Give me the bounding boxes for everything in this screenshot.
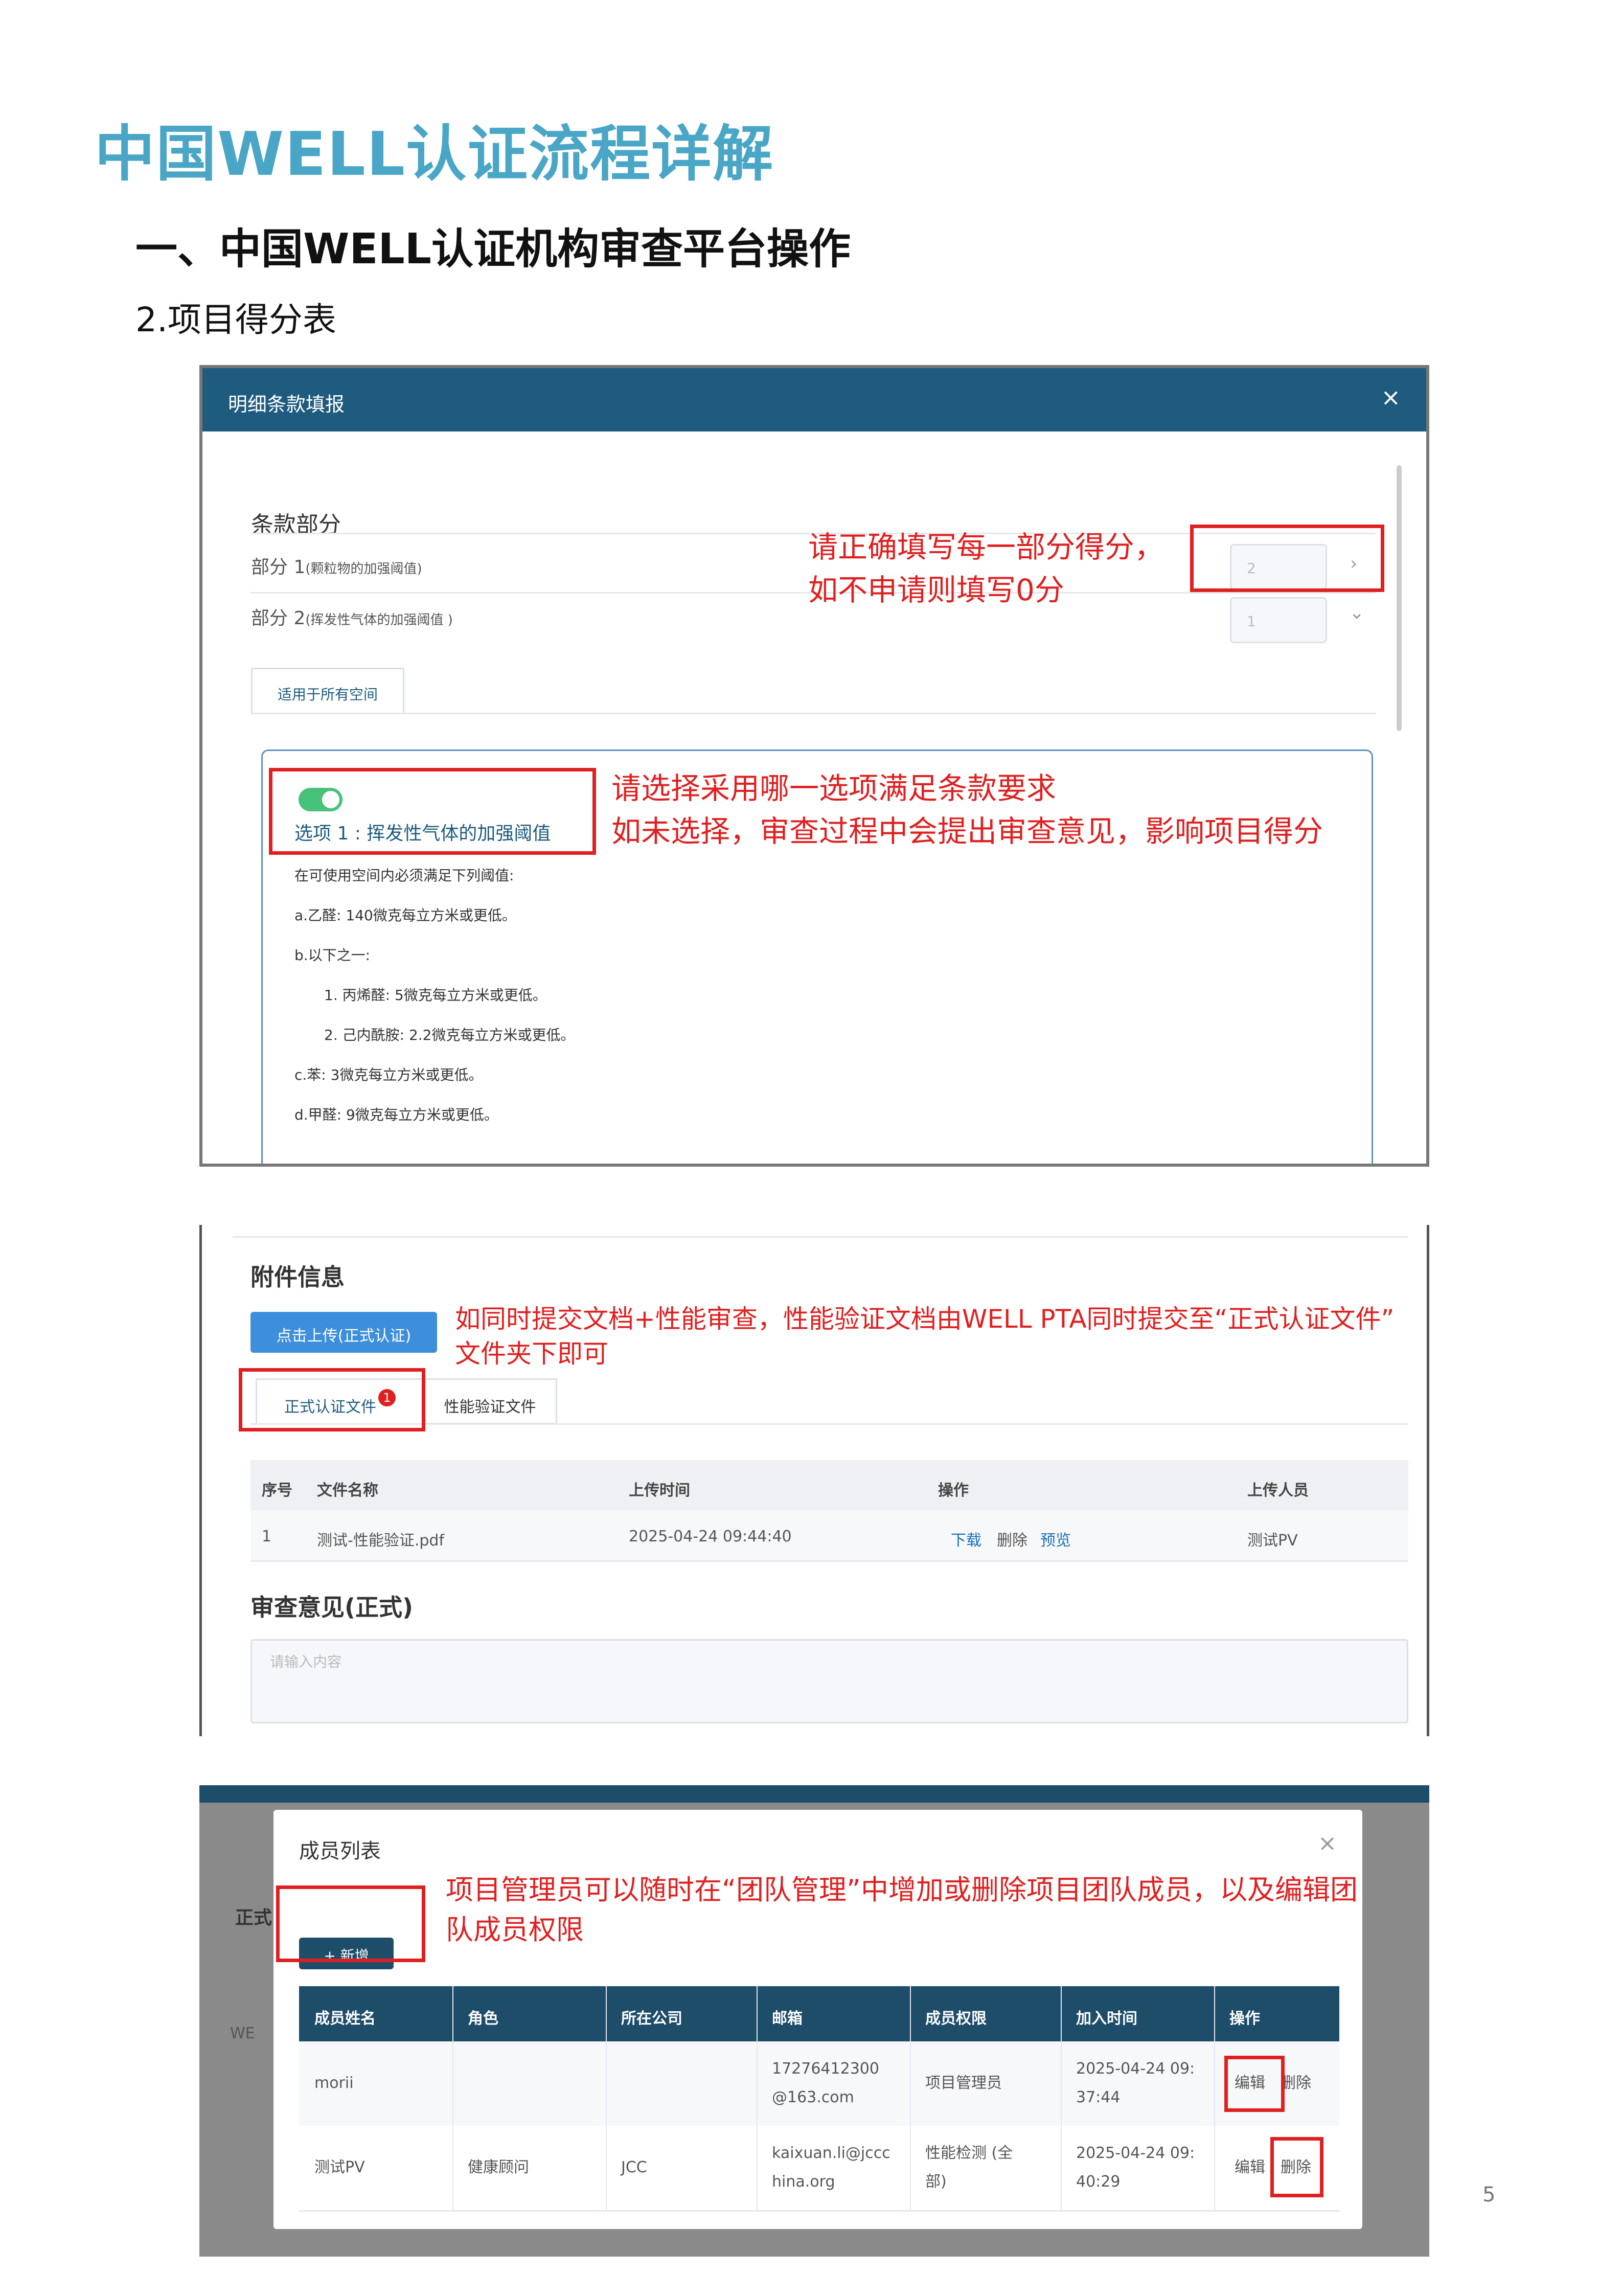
column-divider bbox=[757, 1986, 758, 2210]
file-table-header: 序号 文件名称 上传时间 操作 上传人员 bbox=[250, 1460, 1408, 1510]
member-role: 健康顾问 bbox=[468, 2158, 529, 2176]
member-name: morii bbox=[314, 2074, 354, 2092]
col-permission: 成员权限 bbox=[925, 2010, 987, 2028]
background-fragment: 正式 bbox=[235, 1907, 272, 1928]
column-divider bbox=[452, 1986, 453, 2210]
divider bbox=[233, 1236, 1408, 1238]
col-uploader: 上传人员 bbox=[1247, 1482, 1309, 1499]
part2-score-input[interactable]: 1 bbox=[1230, 597, 1327, 643]
option-annotation: 请选择采用哪一选项满足条款要求 如未选择，审查过程中会提出审查意见，影响项目得分 bbox=[611, 771, 1323, 849]
column-divider bbox=[1061, 1986, 1062, 2210]
col-actions: 操作 bbox=[938, 1482, 969, 1499]
background-fragment: WE bbox=[230, 2025, 255, 2042]
option-line: a.乙醛: 140微克每立方米或更低。 bbox=[294, 907, 516, 924]
row-filename: 测试-性能验证.pdf bbox=[317, 1532, 445, 1550]
member-join-time: 2025-04-24 09: 37:44 bbox=[1076, 2060, 1195, 2106]
table-row: 测试PV 健康顾问 JCC kaixuan.li@jccc hina.org 性能… bbox=[299, 2126, 1339, 2212]
table-row: 1 测试-性能验证.pdf 2025-04-24 09:44:40 下载 删除 … bbox=[250, 1510, 1408, 1562]
option-line: b.以下之一: bbox=[294, 947, 371, 964]
dialog-title: 明细条款填报 bbox=[228, 393, 345, 416]
review-textarea[interactable]: 请输入内容 bbox=[250, 1639, 1408, 1723]
member-permission: 项目管理员 bbox=[925, 2074, 1002, 2092]
member-list-screenshot: 正式 WE 成员列表 × + 新增 项目管理员可以随时在“团队管理”中增加或删除… bbox=[199, 1785, 1429, 2257]
col-filename: 文件名称 bbox=[317, 1482, 378, 1499]
preview-link[interactable]: 预览 bbox=[1040, 1528, 1071, 1550]
tab-all-spaces[interactable]: 适用于所有空间 bbox=[251, 668, 404, 714]
close-icon[interactable]: × bbox=[1318, 1830, 1337, 1856]
tab-divider bbox=[251, 713, 1376, 714]
option-line: 2. 己内酰胺: 2.2微克每立方米或更低。 bbox=[324, 1027, 575, 1043]
option-line: 在可使用空间内必须满足下列阈值: bbox=[294, 867, 514, 884]
member-email: kaixuan.li@jccc hina.org bbox=[772, 2144, 890, 2191]
member-email: 17276412300 @163.com bbox=[772, 2060, 879, 2106]
edit-highlight-box bbox=[1224, 2056, 1285, 2112]
member-list-modal: 成员列表 × + 新增 项目管理员可以随时在“团队管理”中增加或删除项目团队成员… bbox=[273, 1810, 1362, 2229]
table-row: morii 17276412300 @163.com 项目管理员 2025-04-… bbox=[299, 2041, 1339, 2127]
dialog-header: 明细条款填报 × bbox=[202, 368, 1426, 431]
column-divider bbox=[910, 1986, 911, 2210]
column-divider bbox=[1214, 1986, 1215, 2210]
col-index: 序号 bbox=[262, 1482, 292, 1499]
row-uploader: 测试PV bbox=[1247, 1532, 1298, 1550]
section-heading: 一、中国WELL认证机构审查平台操作 bbox=[135, 225, 851, 274]
scrollbar[interactable] bbox=[1397, 465, 1402, 731]
attachments-annotation: 如同时提交文档+性能审查，性能验证文档由WELL PTA同时提交至“正式认证文件… bbox=[455, 1304, 1395, 1369]
review-section-label: 审查意见(正式) bbox=[250, 1594, 414, 1621]
option-highlight-box bbox=[269, 768, 596, 855]
col-join-time: 加入时间 bbox=[1076, 2010, 1137, 2028]
option-line: d.甲醛: 9微克每立方米或更低。 bbox=[294, 1106, 498, 1123]
col-company: 所在公司 bbox=[621, 2010, 682, 2028]
column-divider bbox=[606, 1986, 607, 2210]
member-table-header: 成员姓名 角色 所在公司 邮箱 成员权限 加入时间 操作 bbox=[299, 1986, 1339, 2041]
member-company: JCC bbox=[621, 2158, 647, 2176]
delete-link[interactable]: 删除 bbox=[997, 1528, 1027, 1550]
member-permission: 性能检测 (全 部) bbox=[925, 2144, 1013, 2191]
attachments-screenshot: 附件信息 点击上传(正式认证) 如同时提交文档+性能审查，性能验证文档由WELL… bbox=[199, 1225, 1429, 1736]
close-icon[interactable]: × bbox=[1381, 383, 1401, 411]
col-name: 成员姓名 bbox=[314, 2010, 376, 2028]
col-role: 角色 bbox=[468, 2010, 498, 2028]
add-highlight-box bbox=[276, 1885, 425, 1962]
part2-label: 部分 2(挥发性气体的加强阈值 ) bbox=[251, 608, 453, 629]
page-title: 中国WELL认证流程详解 bbox=[95, 119, 774, 189]
chevron-down-icon[interactable]: ⌄ bbox=[1349, 602, 1364, 623]
modal-title: 成员列表 bbox=[299, 1839, 381, 1863]
row-upload-time: 2025-04-24 09:44:40 bbox=[629, 1528, 792, 1545]
option-line: 1. 丙烯醛: 5微克每立方米或更低。 bbox=[324, 987, 547, 1004]
review-placeholder: 请输入内容 bbox=[270, 1653, 342, 1670]
member-join-time: 2025-04-24 09: 40:29 bbox=[1076, 2144, 1195, 2191]
delete-link[interactable]: 删除 bbox=[1281, 2069, 1311, 2098]
option-line: c.苯: 3微克每立方米或更低。 bbox=[294, 1066, 483, 1083]
delete-highlight-box bbox=[1270, 2137, 1323, 2197]
tab-highlight-box bbox=[239, 1368, 425, 1431]
member-name: 测试PV bbox=[314, 2158, 365, 2176]
part1-label: 部分 1(颗粒物的加强阈值) bbox=[251, 557, 422, 578]
clause-detail-screenshot: 明细条款填报 × 条款部分 部分 1(颗粒物的加强阈值) 2 › 部分 2(挥发… bbox=[199, 365, 1429, 1167]
background-topbar bbox=[199, 1785, 1429, 1803]
col-actions: 操作 bbox=[1229, 2010, 1260, 2028]
member-annotation: 项目管理员可以随时在“团队管理”中增加或删除项目团队成员，以及编辑团 队成员权限 bbox=[446, 1874, 1358, 1946]
page-number: 5 bbox=[1482, 2183, 1496, 2207]
subsection-heading: 2.项目得分表 bbox=[135, 300, 336, 339]
score-highlight-box bbox=[1190, 525, 1384, 592]
edit-link[interactable]: 编辑 bbox=[1235, 2153, 1265, 2182]
col-email: 邮箱 bbox=[772, 2010, 803, 2028]
attachments-section-label: 附件信息 bbox=[250, 1263, 345, 1291]
upload-button[interactable]: 点击上传(正式认证) bbox=[250, 1312, 437, 1353]
tab-performance-docs[interactable]: 性能验证文件 bbox=[424, 1378, 557, 1424]
score-annotation: 请正确填写每一部分得分， 如不申请则填写0分 bbox=[808, 530, 1164, 607]
download-link[interactable]: 下载 bbox=[951, 1528, 981, 1550]
row-index: 1 bbox=[262, 1528, 272, 1545]
col-upload-time: 上传时间 bbox=[629, 1482, 690, 1499]
